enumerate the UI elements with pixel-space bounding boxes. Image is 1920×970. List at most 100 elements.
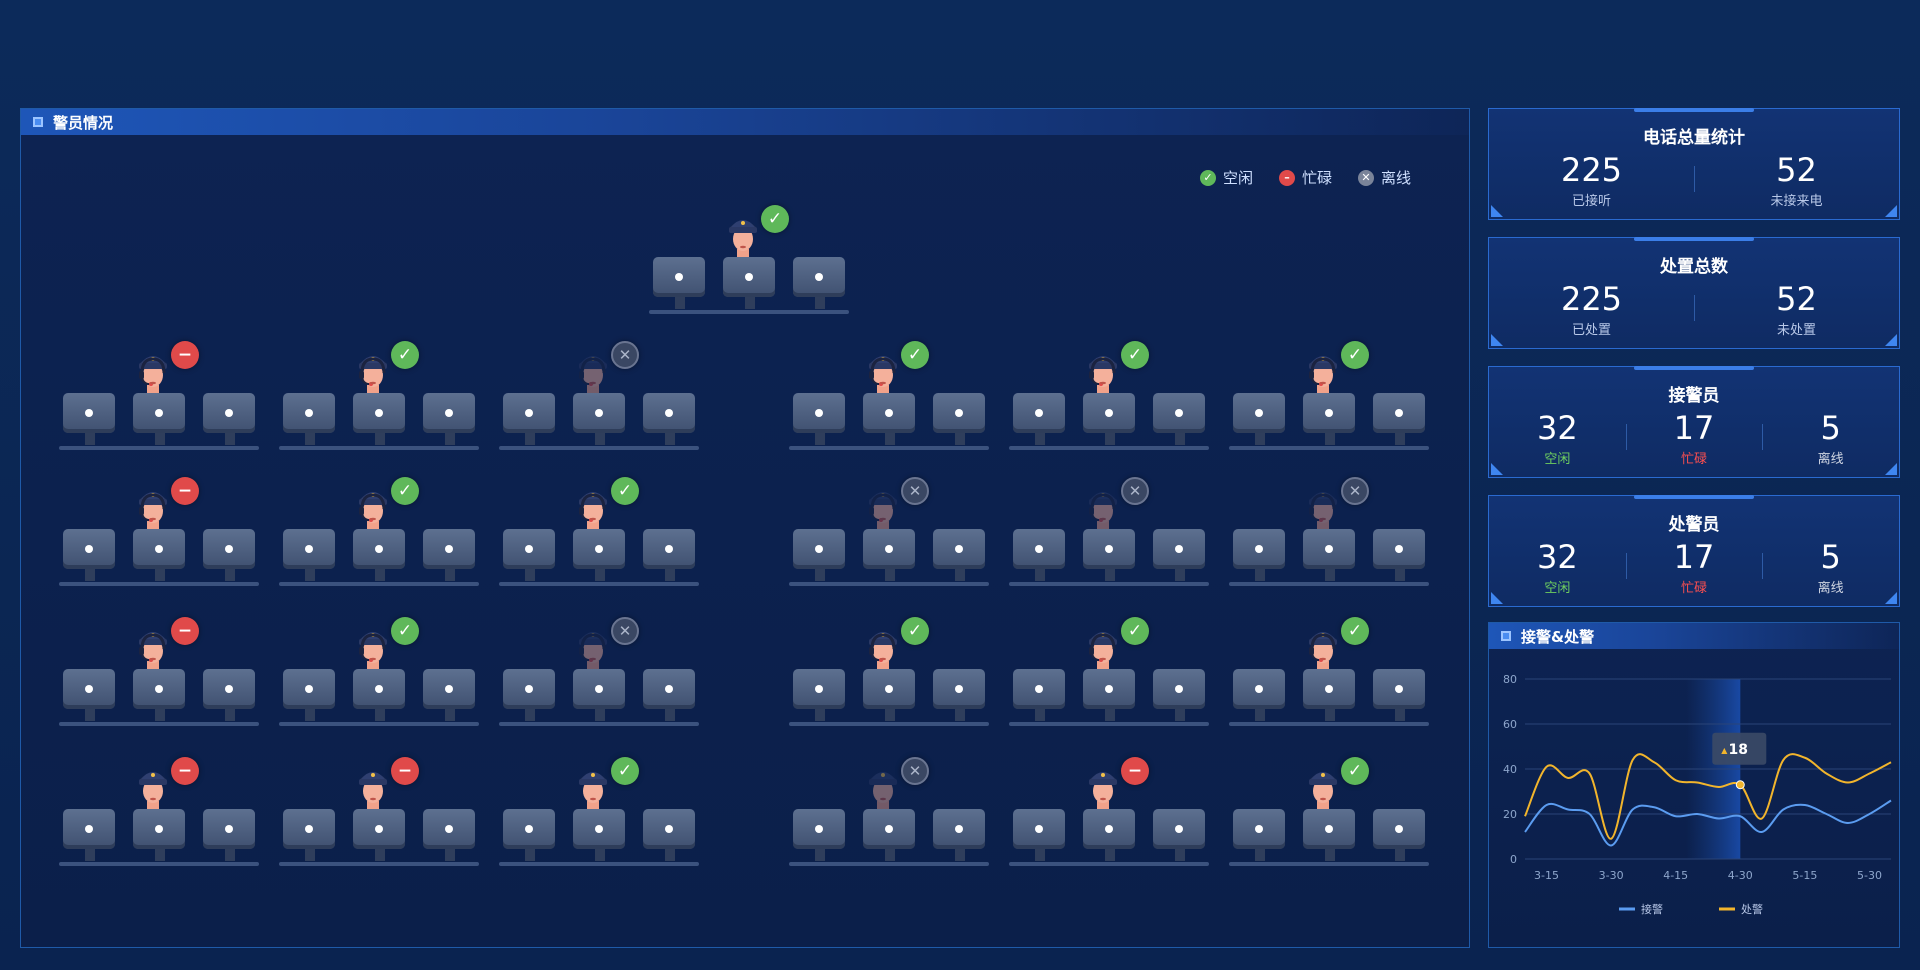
monitor-icon (203, 393, 255, 445)
officer-station[interactable]: − (59, 757, 259, 867)
minus-icon: − (1121, 757, 1149, 785)
monitor-icon (643, 529, 695, 581)
officer-station[interactable]: ✓ (789, 617, 989, 727)
card-title: 电话总量统计 (1643, 128, 1745, 148)
monitor-icon (1233, 529, 1285, 581)
monitor-group (789, 529, 989, 581)
unhandled-stat: 52 未处置 (1694, 279, 1899, 338)
officer-station[interactable]: ✓ (1229, 757, 1429, 867)
minus-icon: − (391, 757, 419, 785)
check-icon: ✓ (1341, 757, 1369, 785)
monitor-icon (283, 393, 335, 445)
desk (279, 722, 479, 726)
monitor-icon (793, 529, 845, 581)
minus-icon: − (171, 477, 199, 505)
officer-station[interactable]: ✕ (789, 757, 989, 867)
officer-station[interactable]: − (59, 341, 259, 451)
legend-item-busy: – 忙碌 (1278, 167, 1332, 188)
officer-station[interactable]: − (1009, 757, 1209, 867)
monitor-group (279, 393, 479, 445)
officer-station[interactable]: ✓ (279, 617, 479, 727)
monitor-icon (133, 669, 185, 721)
officer-station[interactable]: ✓ (1009, 617, 1209, 727)
stat-label: 忙碌 (1681, 581, 1708, 596)
supervisor-station[interactable]: ✓ (649, 205, 849, 315)
corner-decoration (1885, 592, 1897, 604)
stat-label: 已接听 (1571, 194, 1611, 209)
corner-decoration (1491, 463, 1503, 475)
x-icon: ✕ (1357, 169, 1374, 186)
monitor-icon (1013, 669, 1065, 721)
check-icon: ✓ (391, 617, 419, 645)
legend-item-idle: ✓ 空闲 (1199, 167, 1253, 188)
monitor-icon (1013, 393, 1065, 445)
offline-stat: 5 离线 (1762, 408, 1899, 467)
monitor-icon (353, 393, 405, 445)
monitor-icon (1233, 393, 1285, 445)
monitor-group (789, 809, 989, 861)
check-icon: ✓ (1121, 341, 1149, 369)
officer-station[interactable]: − (279, 757, 479, 867)
stat-value: 32 (1536, 409, 1578, 447)
officer-station[interactable]: ✓ (789, 341, 989, 451)
monitor-icon (1153, 529, 1205, 581)
monitor-icon (203, 669, 255, 721)
missed-stat: 52 未接来电 (1694, 150, 1899, 209)
monitor-icon (1233, 809, 1285, 861)
officer-station[interactable]: ✓ (1229, 617, 1429, 727)
monitor-icon (1083, 529, 1135, 581)
monitor-icon (933, 393, 985, 445)
desk (279, 582, 479, 586)
x-icon: ✕ (611, 617, 639, 645)
officer-station[interactable]: ✕ (1009, 477, 1209, 587)
officer-station[interactable]: ✓ (499, 757, 699, 867)
monitor-icon (933, 669, 985, 721)
corner-decoration (1885, 205, 1897, 217)
officer-station[interactable]: ✕ (499, 341, 699, 451)
check-icon: ✓ (391, 477, 419, 505)
monitor-group (59, 669, 259, 721)
handled-stat: 225 已处置 (1489, 279, 1694, 338)
x-tick-label: 5-15 (1792, 869, 1817, 882)
officer-station[interactable]: ✓ (499, 477, 699, 587)
monitor-icon (353, 529, 405, 581)
officer-station[interactable]: ✓ (279, 341, 479, 451)
officer-station[interactable]: − (59, 477, 259, 587)
monitor-icon (423, 393, 475, 445)
officer-station[interactable]: ✕ (499, 617, 699, 727)
status-legend: ✓ 空闲 – 忙碌 ✕ 离线 (1199, 167, 1411, 188)
check-icon: ✓ (1341, 341, 1369, 369)
monitor-icon (643, 393, 695, 445)
monitor-group (499, 529, 699, 581)
panel-title: 警员情况 (53, 113, 114, 132)
desk (789, 722, 989, 726)
officer-station[interactable]: ✓ (1229, 341, 1429, 451)
stat-value: 17 (1673, 538, 1715, 576)
desk (499, 722, 699, 726)
check-icon: ✓ (761, 205, 789, 233)
monitor-icon (63, 393, 115, 445)
officer-station[interactable]: ✕ (1229, 477, 1429, 587)
monitor-icon (1083, 393, 1135, 445)
monitor-group (499, 393, 699, 445)
desk (1229, 722, 1429, 726)
monitor-icon (573, 393, 625, 445)
monitor-icon (63, 529, 115, 581)
offline-stat: 5 离线 (1762, 537, 1899, 596)
monitor-group (1229, 393, 1429, 445)
monitor-icon (933, 809, 985, 861)
officer-station[interactable]: − (59, 617, 259, 727)
check-icon: ✓ (1341, 617, 1369, 645)
monitor-icon (63, 669, 115, 721)
monitor-group (279, 669, 479, 721)
busy-stat: 17 忙碌 (1625, 537, 1763, 596)
officer-station[interactable]: ✓ (1009, 341, 1209, 451)
desk (1009, 722, 1209, 726)
monitor-icon (203, 809, 255, 861)
monitor-icon (283, 669, 335, 721)
minus-icon: − (171, 341, 199, 369)
officer-station[interactable]: ✓ (279, 477, 479, 587)
x-icon: ✕ (901, 757, 929, 785)
officer-station[interactable]: ✕ (789, 477, 989, 587)
y-tick-label: 20 (1503, 808, 1517, 821)
